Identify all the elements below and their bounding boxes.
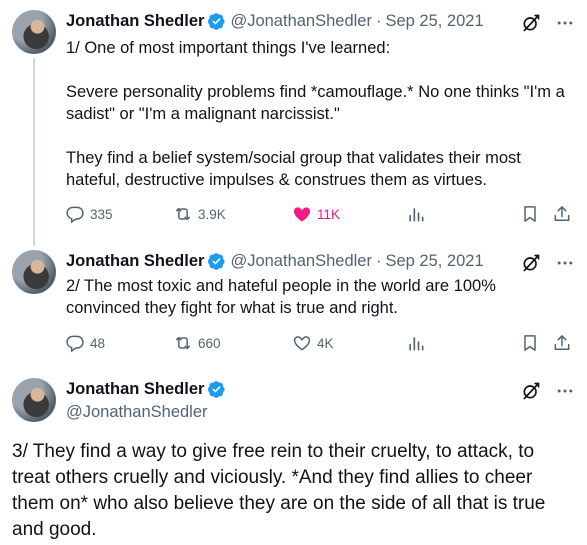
reply-icon bbox=[65, 333, 85, 353]
retweet-count: 3.9K bbox=[198, 206, 226, 222]
share-button[interactable] bbox=[552, 333, 572, 353]
bookmark-icon bbox=[520, 333, 540, 353]
tweet-header: Jonathan Shedler @JonathanShedler · Sep … bbox=[66, 252, 484, 271]
avatar[interactable] bbox=[12, 250, 56, 294]
like-count: 4K bbox=[317, 335, 334, 351]
tweet-date[interactable]: Sep 25, 2021 bbox=[385, 12, 483, 31]
separator-dot: · bbox=[375, 252, 382, 270]
retweet-button[interactable]: 660 bbox=[173, 333, 221, 353]
thread-line-top bbox=[33, 240, 35, 246]
reply-icon bbox=[65, 204, 85, 224]
like-icon bbox=[292, 333, 312, 353]
grok-icon[interactable] bbox=[521, 13, 541, 33]
avatar[interactable] bbox=[12, 378, 56, 422]
tweet-date[interactable]: Sep 25, 2021 bbox=[385, 252, 483, 271]
grok-icon[interactable] bbox=[521, 381, 541, 401]
views-icon bbox=[406, 333, 426, 353]
views-button[interactable] bbox=[406, 333, 426, 353]
tweet-2[interactable]: Jonathan Shedler @JonathanShedler · Sep … bbox=[0, 240, 587, 368]
retweet-icon bbox=[173, 333, 193, 353]
reply-count: 335 bbox=[90, 206, 113, 222]
tweet-text: 2/ The most toxic and hateful people in … bbox=[66, 277, 501, 317]
share-icon bbox=[552, 204, 572, 224]
author-handle[interactable]: @JonathanShedler bbox=[230, 252, 372, 271]
author-name[interactable]: Jonathan Shedler bbox=[66, 252, 204, 271]
retweet-count: 660 bbox=[198, 335, 221, 351]
tweet-top-actions bbox=[521, 381, 575, 401]
author-handle[interactable]: @JonathanShedler bbox=[66, 403, 208, 422]
bookmark-icon bbox=[520, 204, 540, 224]
like-icon bbox=[292, 204, 312, 224]
views-button[interactable] bbox=[406, 204, 426, 224]
separator-dot: · bbox=[375, 12, 382, 30]
author-name[interactable]: Jonathan Shedler bbox=[66, 12, 204, 31]
tweet-3[interactable]: Jonathan Shedler @JonathanShedler 3/ The… bbox=[0, 368, 587, 545]
reply-button[interactable]: 335 bbox=[65, 204, 113, 224]
tweet-text: 1/ One of most important things I've lea… bbox=[66, 39, 565, 189]
author-handle[interactable]: @JonathanShedler bbox=[230, 12, 372, 31]
tweet-text: 3/ They find a way to give free rein to … bbox=[12, 441, 546, 540]
retweet-icon bbox=[173, 204, 193, 224]
tweet-1[interactable]: Jonathan Shedler @JonathanShedler · Sep … bbox=[0, 0, 587, 244]
views-icon bbox=[406, 204, 426, 224]
tweet-top-actions bbox=[521, 13, 575, 33]
verified-badge-icon[interactable] bbox=[207, 12, 226, 31]
verified-badge-icon[interactable] bbox=[207, 380, 226, 399]
bookmark-button[interactable] bbox=[520, 204, 540, 224]
share-button[interactable] bbox=[552, 204, 572, 224]
reply-count: 48 bbox=[90, 335, 106, 351]
share-icon bbox=[552, 333, 572, 353]
verified-badge-icon[interactable] bbox=[207, 252, 226, 271]
bookmark-button[interactable] bbox=[520, 333, 540, 353]
grok-icon[interactable] bbox=[521, 253, 541, 273]
like-button[interactable]: 11K bbox=[292, 204, 340, 224]
more-icon[interactable] bbox=[555, 13, 575, 33]
author-name[interactable]: Jonathan Shedler bbox=[66, 380, 204, 399]
more-icon[interactable] bbox=[555, 381, 575, 401]
tweet-actions: 48 660 4K bbox=[60, 333, 577, 357]
more-icon[interactable] bbox=[555, 253, 575, 273]
like-button[interactable]: 4K bbox=[292, 333, 334, 353]
thread-line bbox=[33, 58, 35, 244]
tweet-header: Jonathan Shedler bbox=[66, 380, 230, 399]
avatar[interactable] bbox=[12, 10, 56, 54]
reply-button[interactable]: 48 bbox=[65, 333, 105, 353]
tweet-actions: 335 3.9K 11K bbox=[60, 204, 577, 228]
tweet-top-actions bbox=[521, 253, 575, 273]
retweet-button[interactable]: 3.9K bbox=[173, 204, 226, 224]
like-count: 11K bbox=[317, 206, 341, 222]
tweet-header: Jonathan Shedler @JonathanShedler · Sep … bbox=[66, 12, 484, 31]
